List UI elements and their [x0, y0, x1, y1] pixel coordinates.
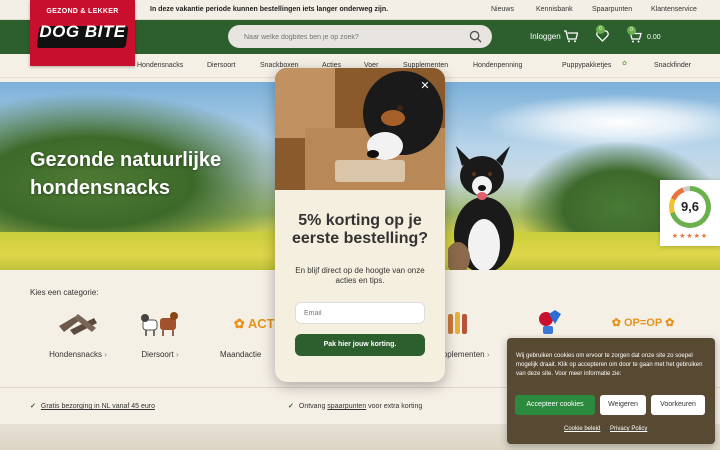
- discount-popup: ✕ 5% korting op je eerste bestelling? En…: [275, 68, 445, 382]
- supplements-image: [448, 312, 467, 334]
- usp-savings-points: ✓ Ontvang spaarpunten voor extra korting: [288, 402, 422, 410]
- search-input[interactable]: [244, 30, 464, 44]
- topbar-link-klantenservice[interactable]: Klantenservice: [651, 6, 697, 13]
- nav-item-diersoort[interactable]: Diersoort: [207, 62, 235, 69]
- balloon-image: [539, 310, 561, 334]
- privacy-policy-link[interactable]: Privacy Policy: [610, 426, 647, 432]
- free-shipping-link[interactable]: Gratis bezorging in NL vanaf 45 euro: [41, 403, 155, 410]
- logo-tagline: GEZOND & LEKKER: [46, 8, 119, 15]
- topbar-link-nieuws[interactable]: Nieuws: [491, 6, 514, 13]
- category-label: Hondensnacks ›: [49, 350, 107, 359]
- close-icon[interactable]: ✕: [419, 80, 431, 92]
- topbar-link-kennisbank[interactable]: Kennisbank: [536, 6, 573, 13]
- search-icon[interactable]: [469, 30, 482, 43]
- popup-title: 5% korting op je eerste bestelling?: [291, 212, 429, 247]
- animals-image: [141, 312, 178, 336]
- dog-image: [448, 146, 514, 270]
- login-link[interactable]: Inloggen: [530, 32, 561, 41]
- spaarpunten-link[interactable]: spaarpunten: [327, 403, 366, 410]
- cookie-banner: Wij gebruiken cookies om ervoor te zorge…: [507, 338, 715, 444]
- usp-free-shipping: ✓ Gratis bezorging in NL vanaf 45 euro: [30, 402, 155, 410]
- cookie-policy-link[interactable]: Cookie beleid: [564, 426, 600, 432]
- checkmark-icon: ✓: [30, 403, 36, 410]
- rating-score: 9,6: [674, 191, 706, 223]
- reject-cookies-button[interactable]: Weigeren: [600, 395, 646, 415]
- hero-title: Gezonde natuurlijke hondensnacks: [30, 149, 222, 199]
- account-cart-icon[interactable]: [563, 29, 578, 43]
- usp-text: Ontvang: [298, 403, 328, 410]
- logo-brand: DOG BITE: [39, 22, 126, 41]
- popup-subtitle: En blijf direct op de hoogte van onze ac…: [295, 266, 425, 285]
- nav-item-puppypakketjes[interactable]: Puppypakketjes: [562, 62, 611, 69]
- site-logo[interactable]: GEZOND & LEKKER DOG BITE: [30, 0, 135, 66]
- paw-icon: ✿: [622, 61, 628, 67]
- cart-total[interactable]: 0.00: [647, 34, 661, 41]
- nav-item-hondenpenning[interactable]: Hondenpenning: [473, 62, 522, 69]
- review-rating-widget[interactable]: 9,6 ★★★★★: [660, 180, 720, 246]
- op-op-image: ✿ OP=OP ✿: [611, 317, 675, 329]
- accept-cookies-button[interactable]: Accepteer cookies: [515, 395, 595, 415]
- category-heading: Kies een categorie:: [30, 288, 99, 297]
- email-field[interactable]: [295, 302, 425, 324]
- cookie-preferences-button[interactable]: Voorkeuren: [651, 395, 705, 415]
- shipping-notice: In deze vakantie periode kunnen bestelli…: [150, 6, 389, 13]
- topbar-link-spaarpunten[interactable]: Spaarpunten: [592, 6, 632, 13]
- category-hondensnacks[interactable]: Hondensnacks ›: [33, 308, 123, 364]
- checkmark-icon: ✓: [288, 403, 294, 410]
- search-bar: [228, 25, 492, 48]
- category-label: Diersoort ›: [141, 350, 179, 359]
- wishlist-count-badge: 0: [596, 25, 605, 34]
- cookie-text: Wij gebruiken cookies om ervoor te zorge…: [516, 353, 703, 377]
- snacks-image: [59, 314, 97, 335]
- nav-item-hondensnacks[interactable]: Hondensnacks: [137, 62, 183, 69]
- category-diersoort[interactable]: Diersoort ›: [115, 308, 205, 364]
- claim-discount-button[interactable]: Pak hier jouw korting.: [295, 334, 425, 356]
- nav-item-snackfinder[interactable]: Snackfinder: [654, 62, 691, 69]
- rating-ring: 9,6: [669, 186, 711, 228]
- action-image: ✿ ACTI: [233, 316, 279, 331]
- rating-stars: ★★★★★: [671, 233, 709, 240]
- cart-count-badge: 0: [627, 26, 636, 35]
- usp-text: voor extra korting: [366, 403, 423, 410]
